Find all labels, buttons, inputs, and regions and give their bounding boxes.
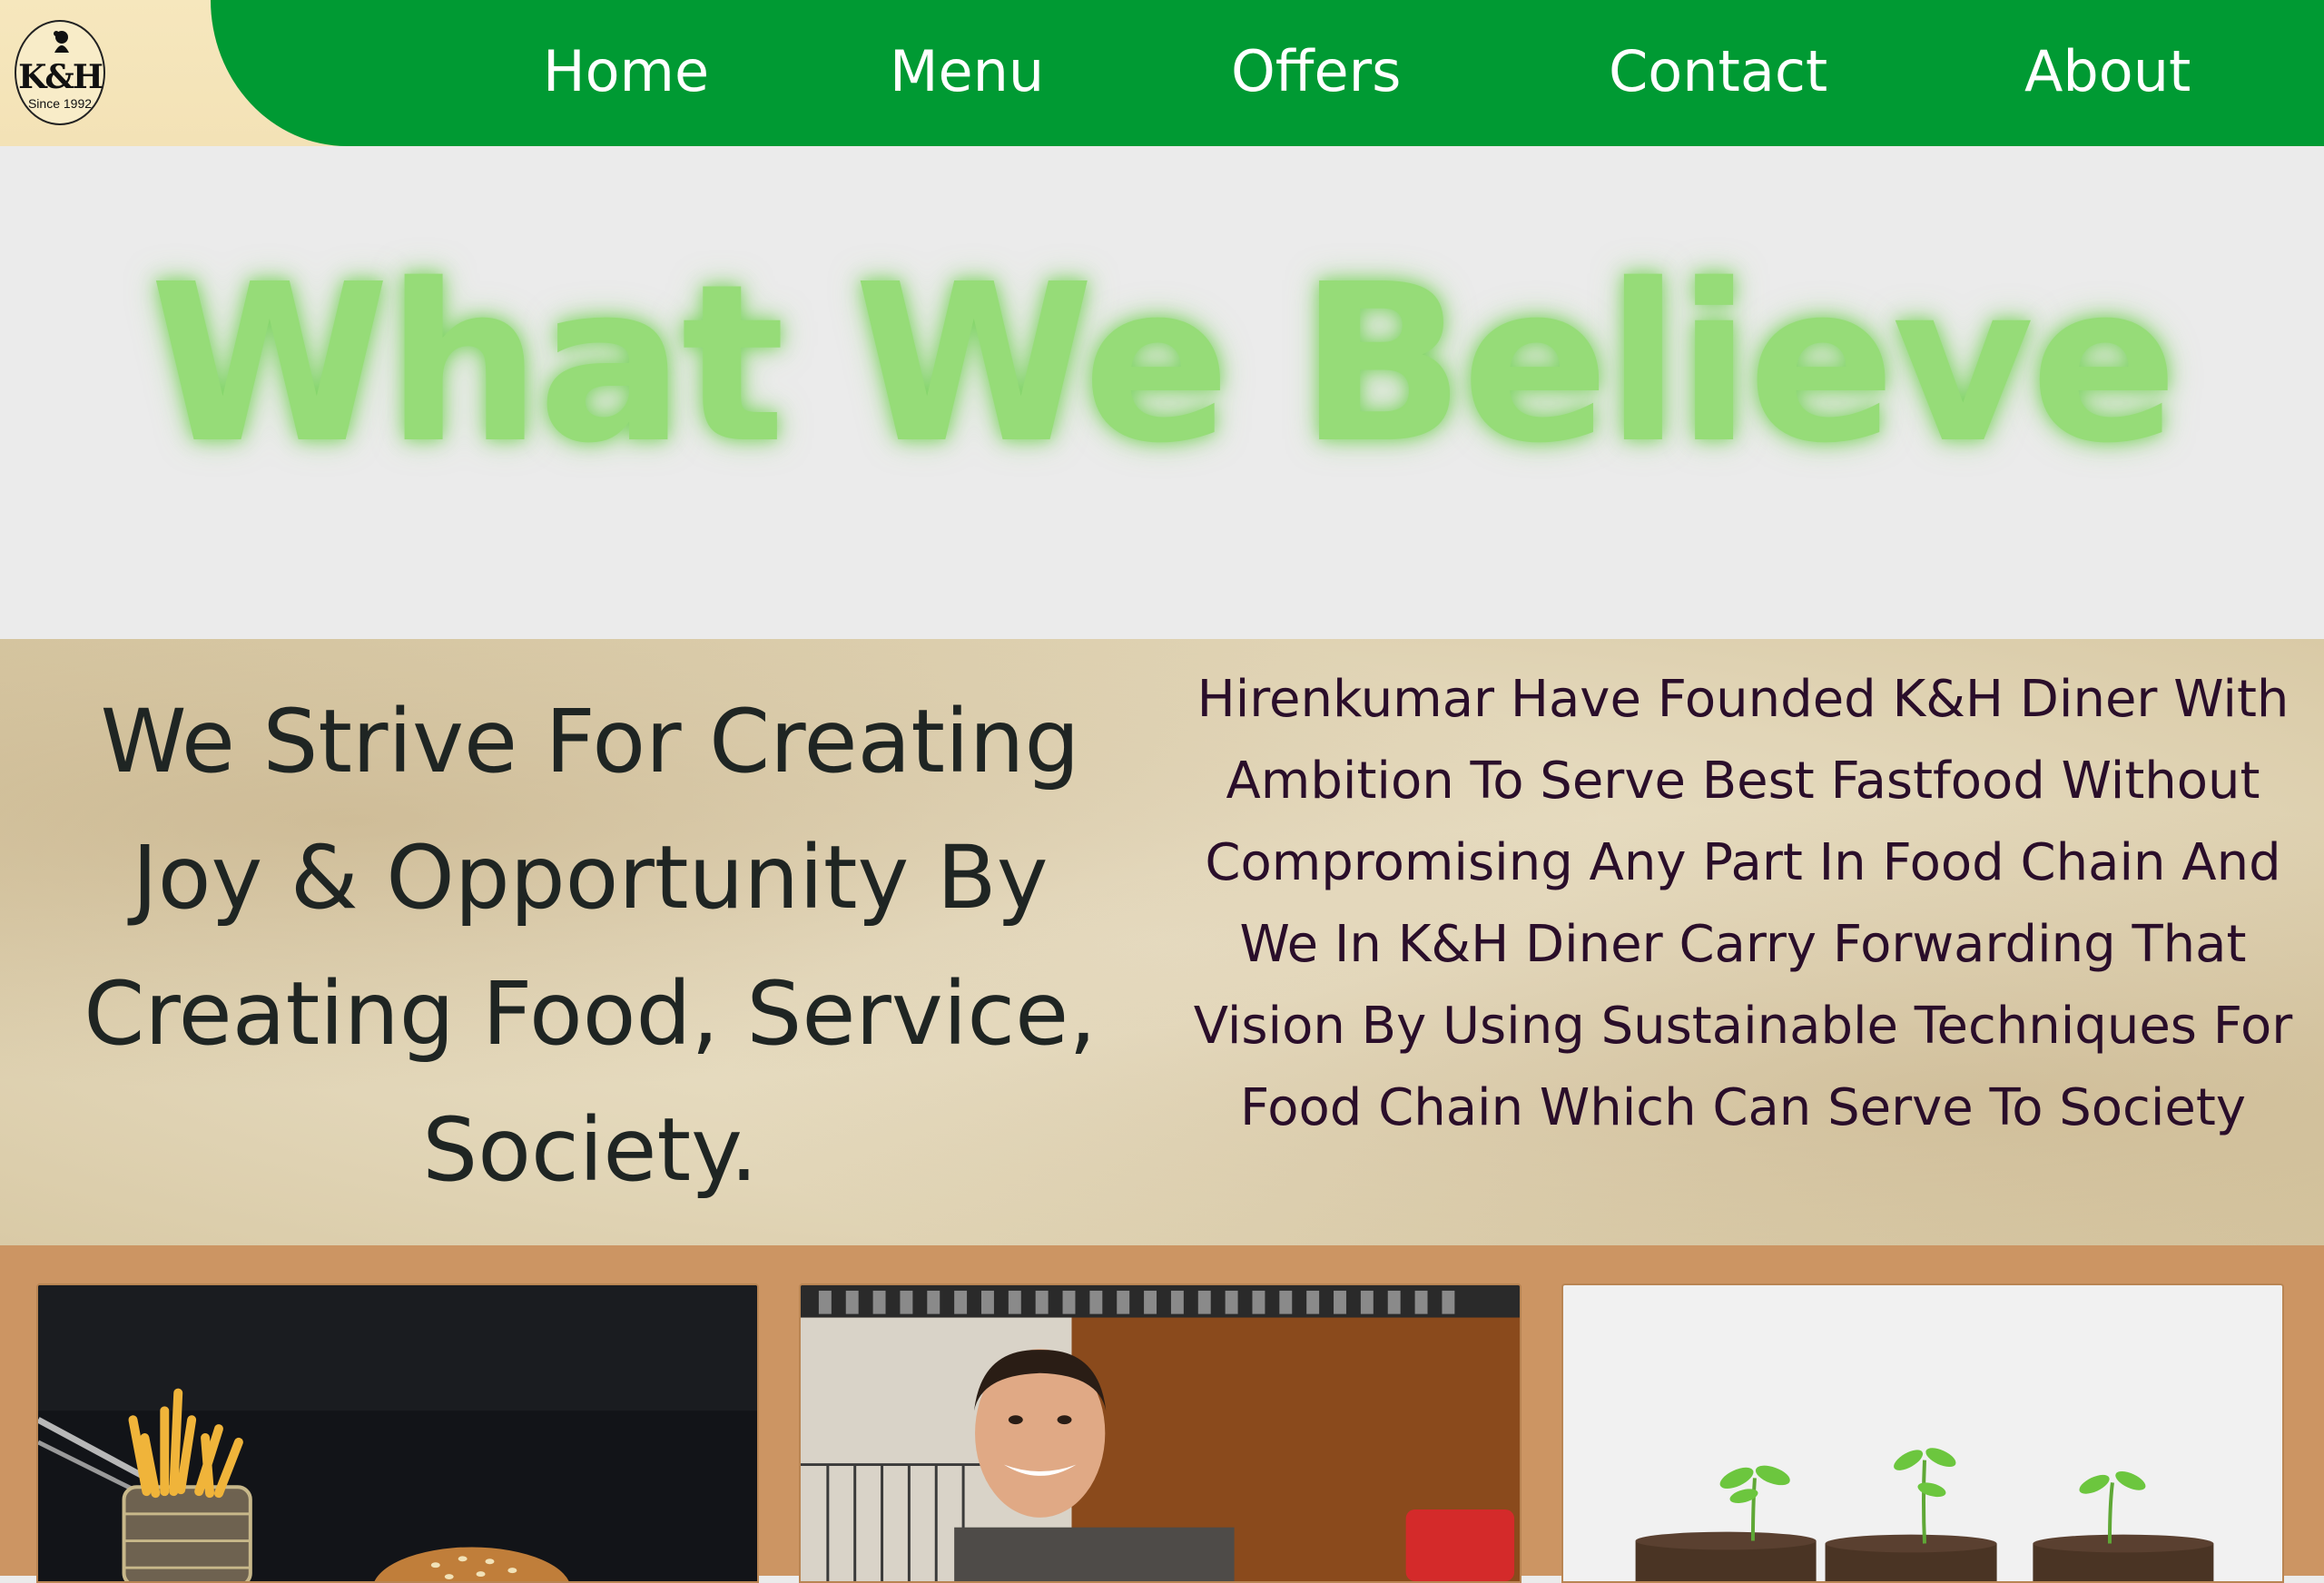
mission-statement: We Strive For Creating Joy & Opportunity… — [84, 691, 1097, 1201]
burger-and-fries-image — [38, 1285, 757, 1581]
nav-link-home[interactable]: Home — [543, 33, 709, 111]
main-nav: Home Menu Offers Contact About — [211, 0, 2324, 146]
nav-link-contact[interactable]: Contact — [1609, 33, 1827, 111]
founder-story: Hirenkumar Have Founded K&H Diner With A… — [1193, 670, 2293, 1137]
nav-link-offers[interactable]: Offers — [1231, 33, 1401, 111]
mascot-silhouette-icon — [54, 31, 69, 53]
seedlings-image — [1563, 1285, 2282, 1581]
nav-link-about[interactable]: About — [2024, 33, 2191, 111]
nav-link-menu[interactable]: Menu — [890, 33, 1044, 111]
hero-title: What We Believe — [149, 237, 2179, 491]
brand-logo[interactable]: K&H Since 1992 — [15, 20, 105, 125]
card-burger[interactable] — [36, 1283, 759, 1583]
hero-section: What We Believe — [0, 146, 2324, 639]
feature-cards — [0, 1245, 2324, 1583]
chef-portrait-image — [801, 1285, 1520, 1581]
logo-since: Since 1992 — [27, 96, 93, 111]
card-chef[interactable] — [799, 1283, 1521, 1583]
nav-list: Home Menu Offers Contact About — [211, 0, 2324, 146]
mission-section: We Strive For Creating Joy & Opportunity… — [0, 639, 2324, 1245]
logo-mark: K&H — [18, 58, 103, 96]
card-sustainability[interactable] — [1561, 1283, 2284, 1583]
